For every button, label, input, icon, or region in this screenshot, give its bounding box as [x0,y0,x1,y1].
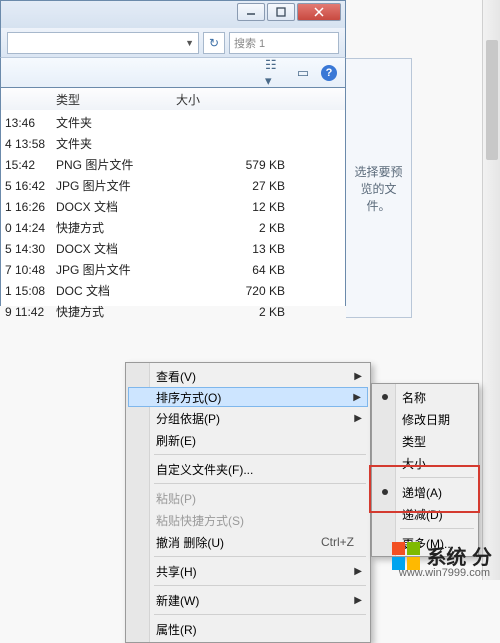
watermark-url: www.win7999.com [399,567,490,579]
bullet-icon [382,394,388,400]
sort-type[interactable]: 类型 [374,430,476,452]
table-row[interactable]: 7 10:48JPG 图片文件64 KB [1,259,345,280]
menu-properties[interactable]: 属性(R) [128,618,368,640]
submenu-arrow-icon: ▶ [354,595,362,606]
sort-size[interactable]: 大小 [374,452,476,474]
help-icon[interactable]: ? [321,65,337,81]
menu-view[interactable]: 查看(V)▶ [128,365,368,387]
preview-pane-icon[interactable]: ▭ [293,63,313,83]
menu-separator [154,556,366,557]
menu-customize-folder[interactable]: 自定义文件夹(F)... [128,458,368,480]
menu-shortcut: Ctrl+Z [321,535,354,549]
watermark-text: 系统 分 [426,541,492,570]
file-list: 13:46文件夹 4 13:58文件夹 15:42PNG 图片文件579 KB … [0,110,346,306]
maximize-button[interactable] [267,3,295,21]
search-input[interactable]: 搜索 1 [229,32,339,54]
menu-undo-delete[interactable]: 撤消 删除(U)Ctrl+Z [128,531,368,553]
table-row[interactable]: 0 14:24快捷方式2 KB [1,217,345,238]
table-row[interactable]: 5 14:30DOCX 文档13 KB [1,238,345,259]
submenu-arrow-icon: ▶ [354,413,362,424]
refresh-button[interactable]: ↻ [203,32,225,54]
column-header: 类型 大小 [0,88,346,110]
sort-descending[interactable]: 递减(D) [374,503,476,525]
menu-separator [154,454,366,455]
table-row[interactable]: 1 15:08DOC 文档720 KB [1,280,345,301]
menu-separator [154,483,366,484]
column-size[interactable]: 大小 [176,91,345,108]
sort-submenu: 名称 修改日期 类型 大小 递增(A) 递减(D) 更多(M)... [371,383,479,557]
menu-new[interactable]: 新建(W)▶ [128,589,368,611]
submenu-arrow-icon: ▶ [354,371,362,382]
preview-pane: 选择要预览的文件。 [346,58,412,318]
submenu-arrow-icon: ▶ [353,392,361,403]
microsoft-logo-icon [392,542,420,570]
table-row[interactable]: 15:42PNG 图片文件579 KB [1,154,345,175]
menu-separator [400,528,474,529]
context-menu: 查看(V)▶ 排序方式(O)▶ 分组依据(P)▶ 刷新(E) 自定义文件夹(F)… [125,362,371,643]
bullet-icon [382,489,388,495]
navigation-bar: ▼ ↻ 搜索 1 [0,28,346,58]
menu-share[interactable]: 共享(H)▶ [128,560,368,582]
menu-separator [154,614,366,615]
menu-refresh[interactable]: 刷新(E) [128,429,368,451]
sort-modified[interactable]: 修改日期 [374,408,476,430]
minimize-button[interactable] [237,3,265,21]
menu-separator [400,477,474,478]
table-row[interactable]: 5 16:42JPG 图片文件27 KB [1,175,345,196]
menu-group-by[interactable]: 分组依据(P)▶ [128,407,368,429]
menu-paste-shortcut: 粘贴快捷方式(S) [128,509,368,531]
menu-separator [154,585,366,586]
table-row[interactable]: 4 13:58文件夹 [1,133,345,154]
table-row[interactable]: 9 11:42快捷方式2 KB [1,301,345,322]
close-button[interactable] [297,3,341,21]
window-titlebar [0,0,346,28]
search-placeholder: 搜索 1 [234,35,265,51]
page-scrollbar[interactable] [482,0,500,580]
toolbar: ☷ ▾ ▭ ? [0,58,346,88]
column-type[interactable]: 类型 [56,91,176,108]
address-dropdown-icon[interactable]: ▼ [185,38,194,48]
address-bar[interactable]: ▼ [7,32,199,54]
table-row[interactable]: 1 16:26DOCX 文档12 KB [1,196,345,217]
watermark: 系统 分 [392,541,492,570]
submenu-arrow-icon: ▶ [354,566,362,577]
sort-name[interactable]: 名称 [374,386,476,408]
sort-ascending[interactable]: 递增(A) [374,481,476,503]
view-options-icon[interactable]: ☷ ▾ [265,63,285,83]
preview-placeholder: 选择要预览的文件。 [350,163,407,214]
menu-sort-by[interactable]: 排序方式(O)▶ [128,387,368,407]
table-row[interactable]: 13:46文件夹 [1,112,345,133]
menu-paste: 粘贴(P) [128,487,368,509]
scrollbar-thumb[interactable] [486,40,498,160]
